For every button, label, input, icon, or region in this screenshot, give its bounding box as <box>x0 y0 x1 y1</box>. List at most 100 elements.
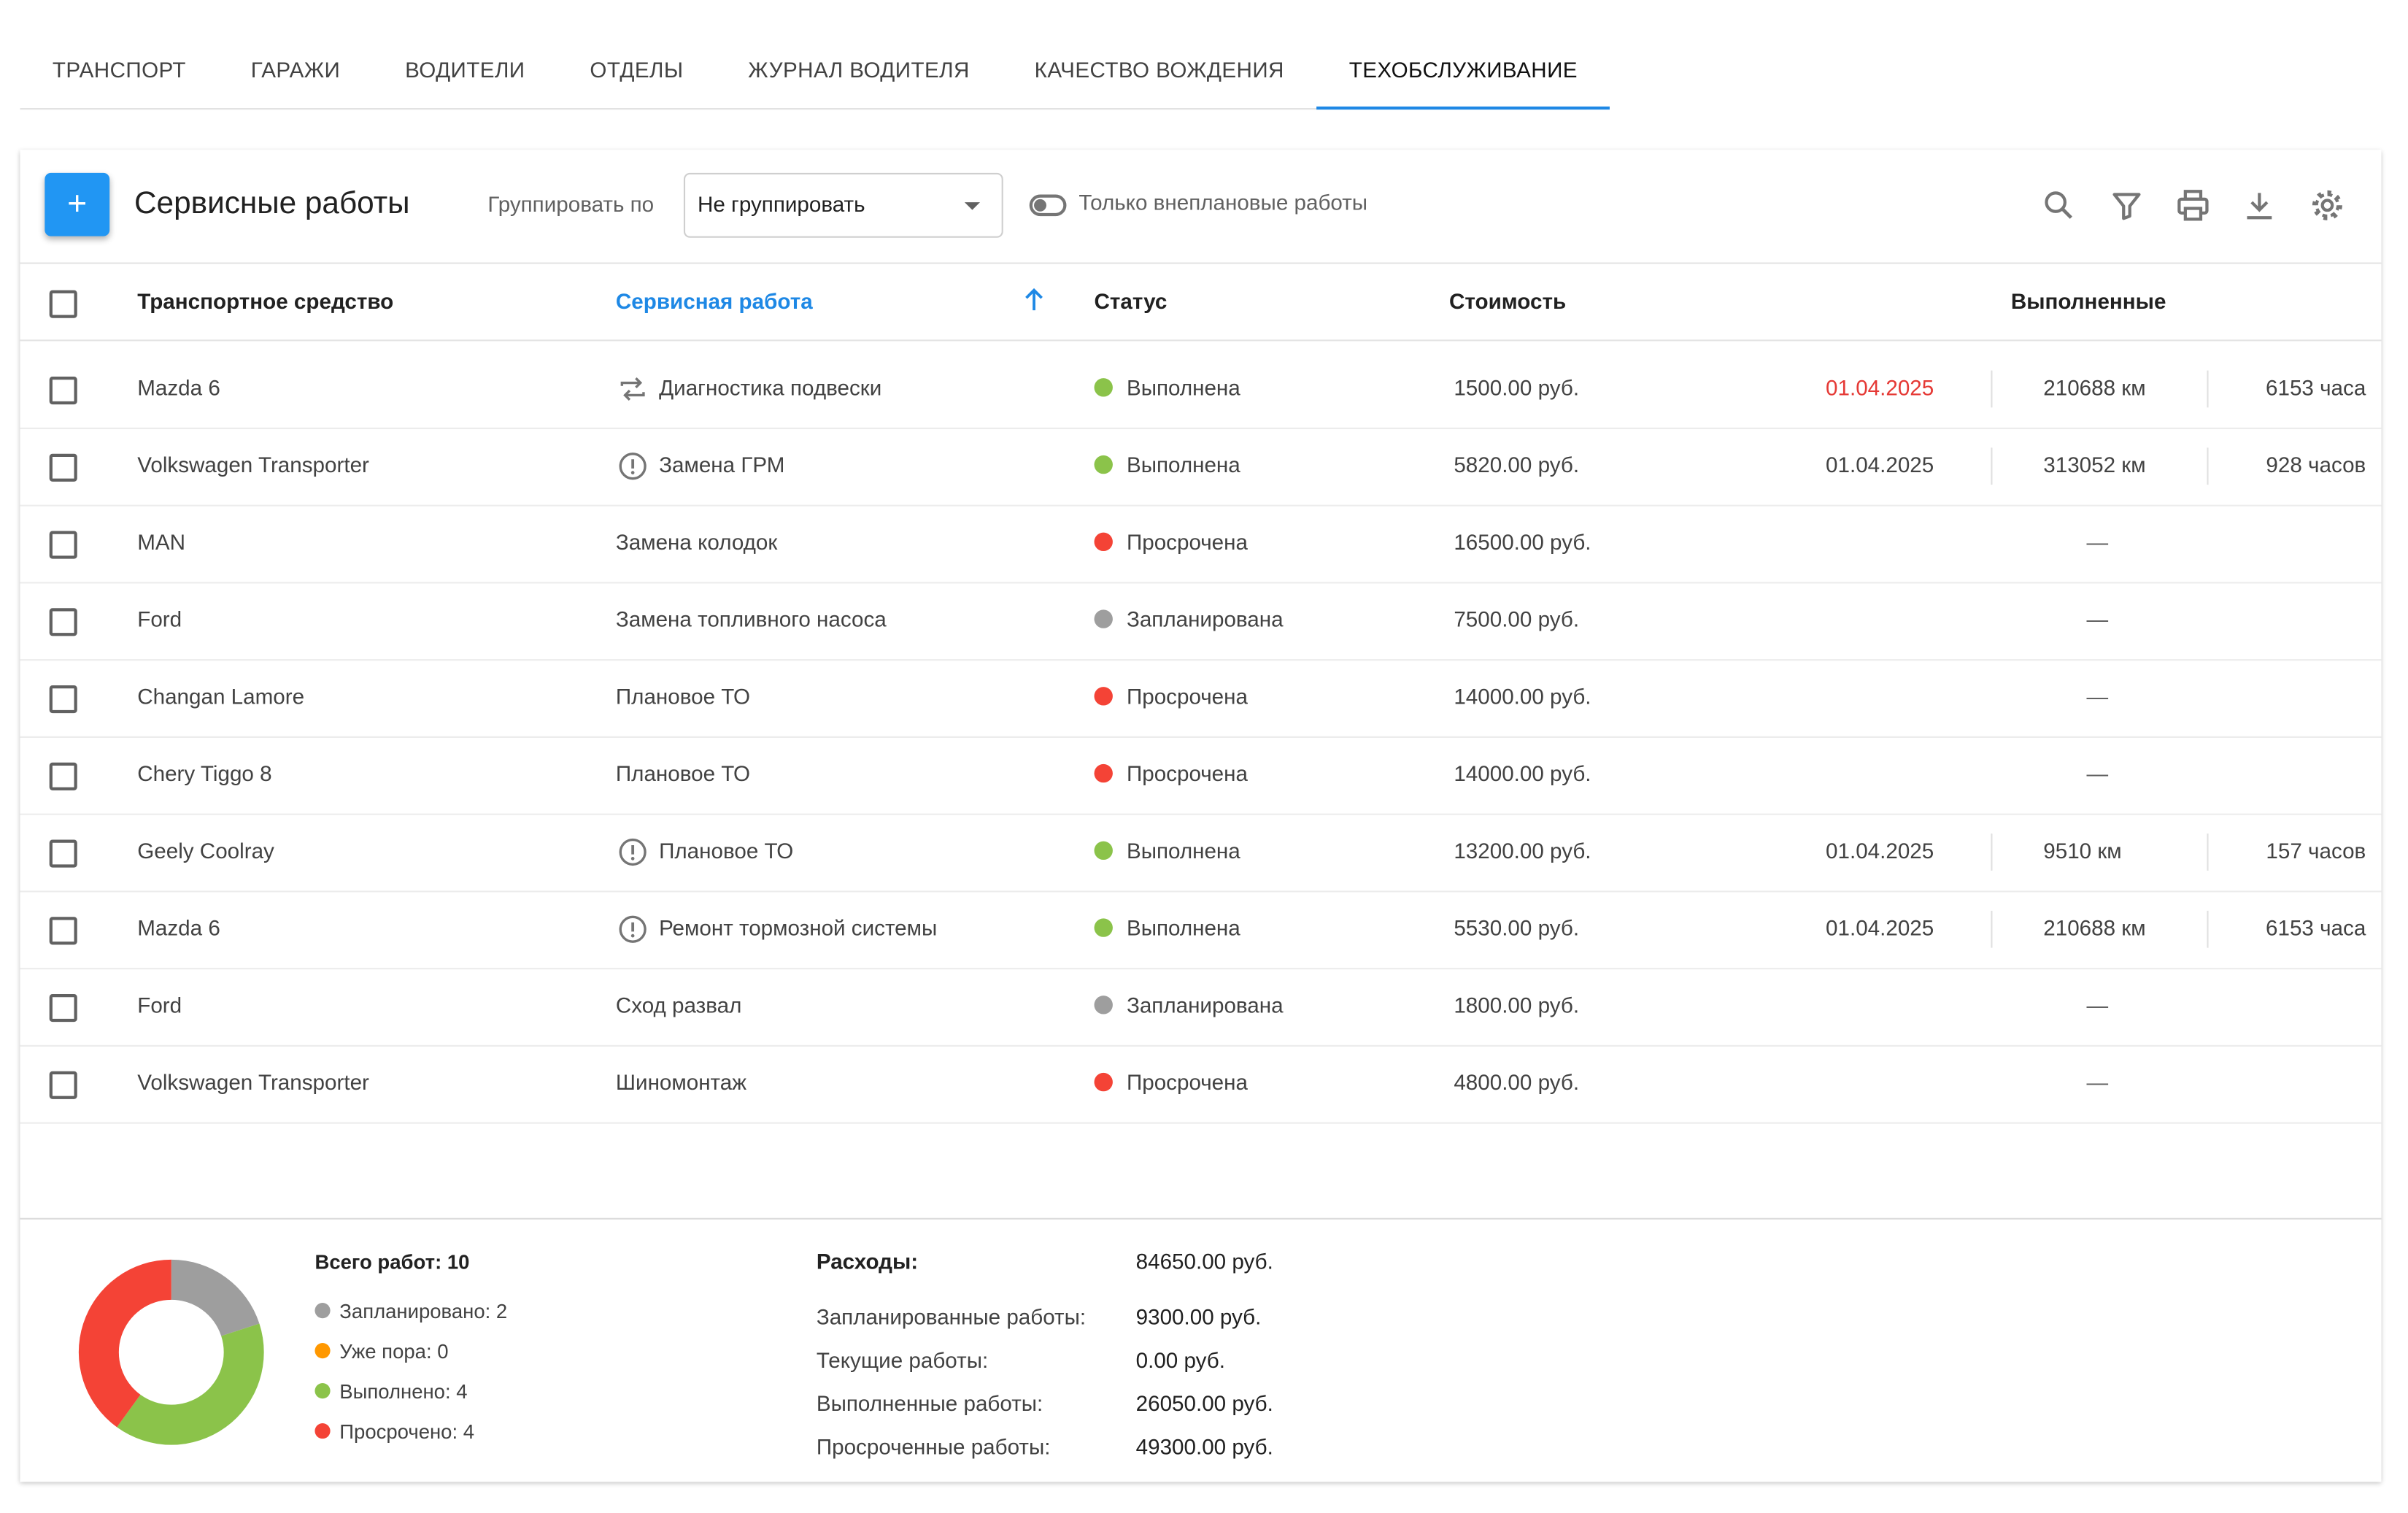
status-dot <box>1094 687 1113 706</box>
print-icon[interactable] <box>2174 187 2212 224</box>
cost-cell: 16500.00 руб. <box>1454 529 1591 555</box>
legend-dot <box>314 1383 331 1399</box>
col-done[interactable]: Выполненные <box>2011 289 2166 314</box>
toggle-knob <box>1034 199 1046 212</box>
status-cell: Просрочена <box>1094 1070 1248 1095</box>
done-date: 01.04.2025 <box>1826 915 1934 941</box>
cost-cell: 5530.00 руб. <box>1454 915 1580 941</box>
done-empty: — <box>2086 761 2109 786</box>
service-cell[interactable]: Замена колодок <box>616 529 777 554</box>
top-tabs: ТРАНСПОРТ ГАРАЖИ ВОДИТЕЛИ ОТДЕЛЫ ЖУРНАЛ … <box>20 31 1610 110</box>
unplanned-toggle-label: Только внеплановые работы <box>1078 190 1368 215</box>
alert-circle-icon <box>617 836 648 867</box>
status-text: Просрочена <box>1126 761 1248 786</box>
table-row[interactable]: Volkswagen Transporter Шиномонтаж Просроче… <box>20 1047 2382 1124</box>
status-text: Запланирована <box>1126 607 1284 632</box>
service-cell[interactable]: Диагностика подвески <box>659 375 881 400</box>
service-cell[interactable]: Плановое ТО <box>616 684 750 709</box>
row-checkbox[interactable] <box>49 608 77 636</box>
cost-cell: 1800.00 руб. <box>1454 992 1580 1017</box>
tab-transport[interactable]: ТРАНСПОРТ <box>20 31 218 108</box>
cost-cell: 14000.00 руб. <box>1454 761 1591 786</box>
cost-cell: 7500.00 руб. <box>1454 607 1580 632</box>
service-cell[interactable]: Плановое ТО <box>616 761 750 786</box>
expense-label: Выполненные работы: <box>816 1390 1043 1416</box>
table-row[interactable]: MAN Замена колодок Просрочена 16500.00 руб.… <box>20 507 2382 584</box>
settings-icon[interactable] <box>2309 187 2346 224</box>
tab-departments[interactable]: ОТДЕЛЫ <box>557 31 716 108</box>
legend-item: Уже пора: 0 <box>314 1340 449 1363</box>
row-checkbox[interactable] <box>49 531 77 559</box>
done-hours: 928 часов <box>2266 452 2366 477</box>
table-row[interactable]: Changan Lamore Плановое ТО Просрочена 14000… <box>20 661 2382 738</box>
row-checkbox[interactable] <box>49 917 77 945</box>
page-title: Сервисные работы <box>134 186 410 221</box>
row-checkbox[interactable] <box>49 994 77 1023</box>
table-row[interactable]: Geely Coolray Плановое ТО Выполнена 13200.0… <box>20 815 2382 893</box>
filter-icon[interactable] <box>2108 187 2145 224</box>
row-checkbox[interactable] <box>49 377 77 405</box>
divider <box>2207 370 2209 408</box>
row-checkbox[interactable] <box>49 685 77 714</box>
table-body: Mazda 6 Диагностика подвески Выполнена 1500… <box>20 352 2382 1124</box>
donut-segment <box>117 1323 264 1445</box>
divider <box>1991 910 1993 948</box>
vehicle-cell: Mazda 6 <box>137 915 220 941</box>
done-empty: — <box>2086 1069 2109 1095</box>
tab-drivers[interactable]: ВОДИТЕЛИ <box>373 31 557 108</box>
cost-cell: 5820.00 руб. <box>1454 452 1580 477</box>
col-cost[interactable]: Стоимость <box>1449 289 1566 314</box>
row-checkbox[interactable] <box>49 839 77 868</box>
tab-driver-log[interactable]: ЖУРНАЛ ВОДИТЕЛЯ <box>716 31 1002 108</box>
row-checkbox[interactable] <box>49 453 77 482</box>
table-row[interactable]: Volkswagen Transporter Замена ГРМ Выполнен… <box>20 429 2382 507</box>
tab-maintenance[interactable]: ТЕХОБСЛУЖИВАНИЕ <box>1316 31 1610 110</box>
status-dot <box>1094 455 1113 474</box>
table-row[interactable]: Mazda 6 Ремонт тормозной системы Выполнена… <box>20 892 2382 970</box>
expense-value: 0.00 руб. <box>1135 1347 1225 1373</box>
divider <box>1991 370 1993 408</box>
service-cell[interactable]: Плановое ТО <box>659 838 793 863</box>
col-service[interactable]: Сервисная работа <box>616 289 813 314</box>
service-cell[interactable]: Шиномонтаж <box>616 1070 746 1095</box>
tab-driving-quality[interactable]: КАЧЕСТВО ВОЖДЕНИЯ <box>1002 31 1316 108</box>
table-row[interactable]: Ford Замена топливного насоса Запланирован… <box>20 583 2382 661</box>
col-status[interactable]: Статус <box>1095 289 1168 314</box>
sort-up-icon[interactable] <box>1020 285 1048 313</box>
done-empty: — <box>2086 607 2109 632</box>
summary-panel: Всего работ: 10 Запланировано: 2 Уже пора… <box>20 1217 2382 1484</box>
table-row[interactable]: Mazda 6 Диагностика подвески Выполнена 1500… <box>20 352 2382 429</box>
status-cell: Выполнена <box>1094 375 1240 400</box>
search-icon[interactable] <box>2040 187 2077 224</box>
alert-circle-icon <box>617 451 648 482</box>
service-cell[interactable]: Сход развал <box>616 993 742 1017</box>
table-header: Транспортное средство Сервисная работа С… <box>20 264 2382 342</box>
total-works: Всего работ: 10 <box>314 1250 470 1274</box>
service-cell[interactable]: Замена топливного насоса <box>616 607 887 631</box>
service-cell[interactable]: Ремонт тормозной системы <box>659 915 937 940</box>
done-empty: — <box>2086 992 2109 1017</box>
service-cell[interactable]: Замена ГРМ <box>659 453 784 477</box>
divider <box>2207 834 2209 871</box>
done-empty: — <box>2086 529 2109 555</box>
select-all-checkbox[interactable] <box>49 290 77 318</box>
row-checkbox[interactable] <box>49 1071 77 1099</box>
group-by-select[interactable]: Не группировать <box>683 172 1003 238</box>
table-row[interactable]: Ford Сход развал Запланирована 1800.00 руб.… <box>20 969 2382 1047</box>
tab-garages[interactable]: ГАРАЖИ <box>218 31 372 108</box>
col-vehicle[interactable]: Транспортное средство <box>137 289 393 314</box>
cost-cell: 1500.00 руб. <box>1454 374 1580 400</box>
status-cell: Просрочена <box>1094 761 1248 786</box>
status-cell: Запланирована <box>1094 993 1284 1017</box>
group-by-label: Группировать по <box>487 191 655 217</box>
download-icon[interactable] <box>2241 187 2278 224</box>
service-card: + Сервисные работы Группировать по Не гр… <box>20 150 2382 1484</box>
done-hours: 157 часов <box>2266 838 2366 863</box>
legend-label: Запланировано: 2 <box>339 1299 508 1323</box>
row-checkbox[interactable] <box>49 762 77 790</box>
divider <box>2207 447 2209 485</box>
unplanned-toggle[interactable] <box>1029 194 1067 217</box>
table-row[interactable]: Chery Tiggo 8 Плановое ТО Просрочена 14000.… <box>20 738 2382 815</box>
done-mileage: 210688 км <box>2043 915 2146 941</box>
add-button[interactable]: + <box>45 172 110 236</box>
